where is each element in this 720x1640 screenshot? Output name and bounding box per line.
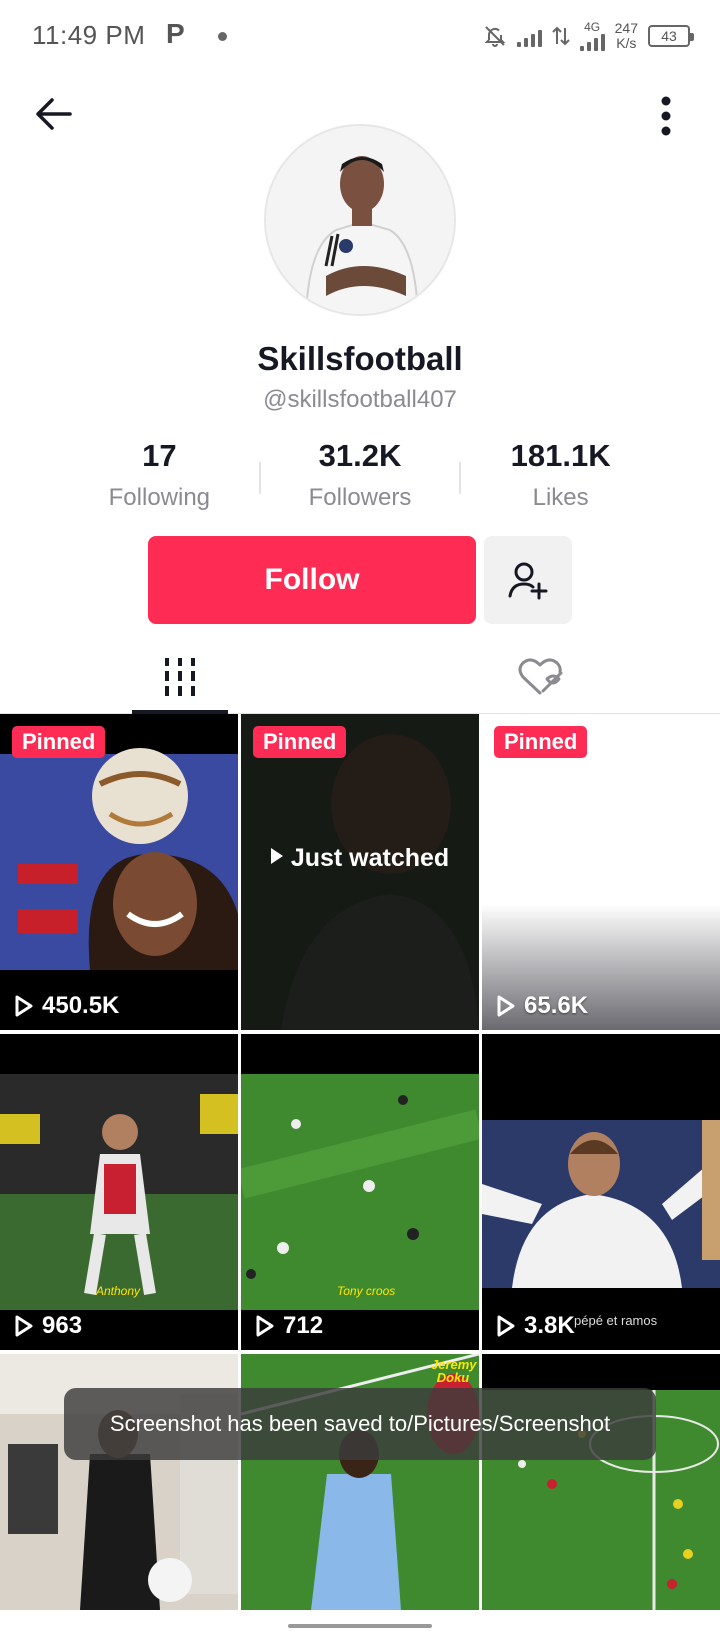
network-speed: 247 K/s — [614, 20, 638, 51]
tab-liked[interactable] — [480, 640, 600, 714]
stat-label: Following — [108, 484, 211, 511]
video-thumbnail — [482, 1034, 720, 1350]
status-time: 11:49 PM — [32, 20, 146, 50]
grid-icon — [165, 658, 195, 696]
pinned-badge: Pinned — [494, 726, 588, 758]
view-count-value: 3.8K — [524, 1312, 575, 1339]
username: @skillsfootball407 — [263, 386, 457, 413]
more-vertical-icon — [661, 96, 671, 136]
video-caption: pépé et ramos — [574, 1313, 658, 1328]
more-options-button[interactable] — [648, 88, 684, 144]
view-count: 450.5K — [14, 992, 119, 1020]
back-arrow-icon — [36, 98, 72, 130]
display-name: Skillsfootball — [257, 340, 463, 377]
follow-button[interactable]: Follow — [148, 536, 476, 624]
battery-level: 43 — [661, 28, 677, 44]
video-tile[interactable]: pépé et ramos 3.8K — [482, 1034, 720, 1350]
profile-stats: 17 Following 31.2K Followers 181.1K Like… — [60, 438, 660, 518]
parking-app-icon: P — [166, 18, 185, 49]
stat-value: 31.2K — [318, 438, 402, 473]
stat-value: 181.1K — [510, 438, 611, 473]
status-indicators: 4G 247 K/s 43 — [483, 18, 694, 54]
hidden-heart-icon — [518, 658, 563, 695]
just-watched-label: Just watched — [241, 844, 479, 873]
play-icon — [497, 1315, 515, 1337]
screenshot-toast: Screenshot has been saved to/Pictures/Sc… — [64, 1388, 656, 1460]
back-button[interactable] — [28, 88, 80, 140]
status-bar: 11:49 PM P 4G 247 K/s 43 — [0, 0, 720, 72]
add-user-icon — [508, 562, 548, 600]
play-icon — [270, 848, 283, 864]
video-tile[interactable]: Pinned 65.6K — [482, 714, 720, 1030]
profile-tabs — [0, 640, 720, 714]
video-tile[interactable]: Pinned 450.5K — [0, 714, 238, 1030]
video-thumbnail — [0, 714, 238, 1030]
notification-dot-icon — [218, 32, 227, 41]
battery-icon: 43 — [648, 25, 694, 47]
video-tile[interactable]: Anthony 963 — [0, 1034, 238, 1350]
video-caption: Anthony — [96, 1284, 141, 1298]
video-thumbnail — [482, 714, 720, 1030]
network-type: 4G — [579, 21, 605, 51]
home-indicator[interactable] — [288, 1624, 432, 1628]
tab-videos[interactable] — [120, 640, 240, 714]
video-thumbnail — [241, 1034, 479, 1350]
signal-strength-icon — [516, 25, 542, 47]
view-count: 3.8K — [496, 1312, 575, 1340]
view-count: 963 — [14, 1312, 82, 1340]
suggested-accounts-button[interactable] — [484, 536, 572, 624]
video-tile[interactable]: Tony croos 712 — [241, 1034, 479, 1350]
pinned-badge: Pinned — [253, 726, 347, 758]
just-watched-text: Just watched — [290, 844, 450, 872]
notifications-muted-icon — [484, 26, 506, 47]
view-count-value: 450.5K — [42, 992, 120, 1019]
stat-label: Likes — [532, 484, 589, 511]
video-tile[interactable]: Pinned Just watched — [241, 714, 479, 1030]
view-count: 712 — [255, 1312, 323, 1340]
stat-likes[interactable]: 181.1K Likes — [461, 438, 660, 518]
view-count: 65.6K — [496, 992, 588, 1020]
play-icon — [497, 995, 515, 1017]
video-grid: Pinned 450.5K Pinned Just watched Pinned — [0, 714, 720, 1610]
profile-avatar[interactable] — [264, 124, 456, 316]
video-thumbnail — [0, 1034, 238, 1350]
video-caption: Tony croos — [337, 1284, 396, 1298]
play-icon — [15, 995, 33, 1017]
view-count-value: 963 — [42, 1312, 83, 1339]
view-count-value: 712 — [283, 1312, 324, 1339]
stat-label: Followers — [308, 484, 412, 511]
pinned-badge: Pinned — [12, 726, 106, 758]
play-icon — [15, 1315, 33, 1337]
data-transfer-icon — [551, 26, 570, 46]
play-icon — [256, 1315, 274, 1337]
stat-followers[interactable]: 31.2K Followers — [261, 438, 460, 518]
view-count-value: 65.6K — [524, 992, 589, 1019]
avatar-image — [266, 126, 454, 314]
video-caption: Jeremy Doku — [431, 1357, 477, 1385]
stat-following[interactable]: 17 Following — [60, 438, 259, 518]
stat-value: 17 — [142, 438, 177, 473]
